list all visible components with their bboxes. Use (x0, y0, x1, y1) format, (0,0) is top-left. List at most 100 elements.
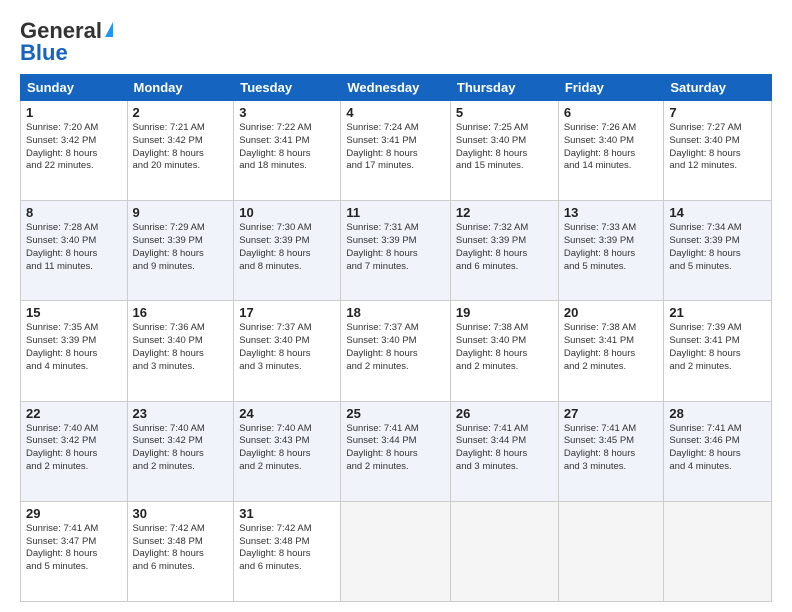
day-number: 26 (456, 406, 553, 421)
cell-info: Sunrise: 7:29 AMSunset: 3:39 PMDaylight:… (133, 222, 229, 273)
cell-info: Sunrise: 7:36 AMSunset: 3:40 PMDaylight:… (133, 322, 229, 373)
weekday-header-friday: Friday (558, 75, 664, 101)
calendar-cell (664, 501, 772, 601)
cell-info: Sunrise: 7:42 AMSunset: 3:48 PMDaylight:… (133, 523, 229, 574)
calendar-week-row: 1 Sunrise: 7:20 AMSunset: 3:42 PMDaylight… (21, 101, 772, 201)
day-number: 29 (26, 506, 122, 521)
calendar-cell: 3Sunrise: 7:22 AMSunset: 3:41 PMDaylight… (234, 101, 341, 201)
calendar-cell: 21 Sunrise: 7:39 AMSunset: 3:41 PMDayligh… (664, 301, 772, 401)
day-number: 31 (239, 506, 335, 521)
page: General Blue SundayMondayTuesdayWednesda… (0, 0, 792, 612)
day-number: 1 (26, 105, 122, 120)
cell-info: Sunrise: 7:37 AMSunset: 3:40 PMDaylight:… (346, 322, 445, 373)
weekday-header-tuesday: Tuesday (234, 75, 341, 101)
logo-blue-text: Blue (20, 40, 68, 66)
calendar-cell: 24 Sunrise: 7:40 AMSunset: 3:43 PMDayligh… (234, 401, 341, 501)
cell-info: Sunrise: 7:42 AMSunset: 3:48 PMDaylight:… (239, 523, 335, 574)
day-number: 11 (346, 205, 445, 220)
day-number: 17 (239, 305, 335, 320)
day-number: 2 (133, 105, 229, 120)
calendar-cell (558, 501, 664, 601)
calendar-cell: 28 Sunrise: 7:41 AMSunset: 3:46 PMDayligh… (664, 401, 772, 501)
cell-info: Sunrise: 7:40 AMSunset: 3:42 PMDaylight:… (26, 423, 122, 474)
day-number: 24 (239, 406, 335, 421)
cell-info: Sunrise: 7:20 AMSunset: 3:42 PMDaylight:… (26, 122, 122, 173)
cell-info: Sunrise: 7:26 AMSunset: 3:40 PMDaylight:… (564, 122, 659, 173)
day-number: 15 (26, 305, 122, 320)
cell-info: Sunrise: 7:35 AMSunset: 3:39 PMDaylight:… (26, 322, 122, 373)
day-number: 13 (564, 205, 659, 220)
calendar-cell: 26 Sunrise: 7:41 AMSunset: 3:44 PMDayligh… (450, 401, 558, 501)
calendar-table: SundayMondayTuesdayWednesdayThursdayFrid… (20, 74, 772, 602)
day-number: 22 (26, 406, 122, 421)
day-number: 4 (346, 105, 445, 120)
cell-info: Sunrise: 7:40 AMSunset: 3:42 PMDaylight:… (133, 423, 229, 474)
calendar-week-row: 29 Sunrise: 7:41 AMSunset: 3:47 PMDayligh… (21, 501, 772, 601)
cell-info: Sunrise: 7:25 AMSunset: 3:40 PMDaylight:… (456, 122, 553, 173)
cell-info: Sunrise: 7:32 AMSunset: 3:39 PMDaylight:… (456, 222, 553, 273)
cell-info: Sunrise: 7:37 AMSunset: 3:40 PMDaylight:… (239, 322, 335, 373)
day-number: 16 (133, 305, 229, 320)
calendar-cell: 11 Sunrise: 7:31 AMSunset: 3:39 PMDayligh… (341, 201, 451, 301)
calendar-cell: 29 Sunrise: 7:41 AMSunset: 3:47 PMDayligh… (21, 501, 128, 601)
calendar-cell: 15 Sunrise: 7:35 AMSunset: 3:39 PMDayligh… (21, 301, 128, 401)
day-number: 8 (26, 205, 122, 220)
calendar-cell: 30 Sunrise: 7:42 AMSunset: 3:48 PMDayligh… (127, 501, 234, 601)
day-number: 19 (456, 305, 553, 320)
weekday-header-row: SundayMondayTuesdayWednesdayThursdayFrid… (21, 75, 772, 101)
calendar-cell: 31 Sunrise: 7:42 AMSunset: 3:48 PMDayligh… (234, 501, 341, 601)
calendar-cell: 20 Sunrise: 7:38 AMSunset: 3:41 PMDayligh… (558, 301, 664, 401)
cell-info: Sunrise: 7:38 AMSunset: 3:41 PMDaylight:… (564, 322, 659, 373)
calendar-cell (450, 501, 558, 601)
calendar-week-row: 15 Sunrise: 7:35 AMSunset: 3:39 PMDayligh… (21, 301, 772, 401)
cell-info: Sunrise: 7:41 AMSunset: 3:47 PMDaylight:… (26, 523, 122, 574)
cell-info: Sunrise: 7:24 AMSunset: 3:41 PMDaylight:… (346, 122, 445, 173)
calendar-cell: 6 Sunrise: 7:26 AMSunset: 3:40 PMDaylight… (558, 101, 664, 201)
calendar-cell: 12Sunrise: 7:32 AMSunset: 3:39 PMDayligh… (450, 201, 558, 301)
day-number: 27 (564, 406, 659, 421)
weekday-header-thursday: Thursday (450, 75, 558, 101)
day-number: 20 (564, 305, 659, 320)
cell-info: Sunrise: 7:28 AMSunset: 3:40 PMDaylight:… (26, 222, 122, 273)
calendar-week-row: 22 Sunrise: 7:40 AMSunset: 3:42 PMDayligh… (21, 401, 772, 501)
cell-info: Sunrise: 7:41 AMSunset: 3:45 PMDaylight:… (564, 423, 659, 474)
day-number: 6 (564, 105, 659, 120)
weekday-header-sunday: Sunday (21, 75, 128, 101)
calendar-cell: 25Sunrise: 7:41 AMSunset: 3:44 PMDayligh… (341, 401, 451, 501)
calendar-cell: 23 Sunrise: 7:40 AMSunset: 3:42 PMDayligh… (127, 401, 234, 501)
day-number: 9 (133, 205, 229, 220)
cell-info: Sunrise: 7:33 AMSunset: 3:39 PMDaylight:… (564, 222, 659, 273)
day-number: 30 (133, 506, 229, 521)
day-number: 25 (346, 406, 445, 421)
weekday-header-monday: Monday (127, 75, 234, 101)
day-number: 21 (669, 305, 766, 320)
calendar-cell: 18 Sunrise: 7:37 AMSunset: 3:40 PMDayligh… (341, 301, 451, 401)
day-number: 28 (669, 406, 766, 421)
cell-info: Sunrise: 7:21 AMSunset: 3:42 PMDaylight:… (133, 122, 229, 173)
calendar-cell: 10Sunrise: 7:30 AMSunset: 3:39 PMDayligh… (234, 201, 341, 301)
weekday-header-saturday: Saturday (664, 75, 772, 101)
cell-info: Sunrise: 7:41 AMSunset: 3:44 PMDaylight:… (456, 423, 553, 474)
header: General Blue (20, 18, 772, 66)
day-number: 5 (456, 105, 553, 120)
cell-info: Sunrise: 7:39 AMSunset: 3:41 PMDaylight:… (669, 322, 766, 373)
cell-info: Sunrise: 7:30 AMSunset: 3:39 PMDaylight:… (239, 222, 335, 273)
calendar-cell: 7Sunrise: 7:27 AMSunset: 3:40 PMDaylight… (664, 101, 772, 201)
calendar-cell: 5 Sunrise: 7:25 AMSunset: 3:40 PMDaylight… (450, 101, 558, 201)
weekday-header-wednesday: Wednesday (341, 75, 451, 101)
logo: General Blue (20, 18, 113, 66)
cell-info: Sunrise: 7:31 AMSunset: 3:39 PMDaylight:… (346, 222, 445, 273)
cell-info: Sunrise: 7:27 AMSunset: 3:40 PMDaylight:… (669, 122, 766, 173)
day-number: 14 (669, 205, 766, 220)
calendar-cell: 9 Sunrise: 7:29 AMSunset: 3:39 PMDaylight… (127, 201, 234, 301)
day-number: 18 (346, 305, 445, 320)
calendar-cell: 4 Sunrise: 7:24 AMSunset: 3:41 PMDaylight… (341, 101, 451, 201)
calendar-cell: 27 Sunrise: 7:41 AMSunset: 3:45 PMDayligh… (558, 401, 664, 501)
calendar-cell: 16 Sunrise: 7:36 AMSunset: 3:40 PMDayligh… (127, 301, 234, 401)
calendar-cell: 19 Sunrise: 7:38 AMSunset: 3:40 PMDayligh… (450, 301, 558, 401)
cell-info: Sunrise: 7:40 AMSunset: 3:43 PMDaylight:… (239, 423, 335, 474)
day-number: 23 (133, 406, 229, 421)
cell-info: Sunrise: 7:38 AMSunset: 3:40 PMDaylight:… (456, 322, 553, 373)
calendar-cell: 1 Sunrise: 7:20 AMSunset: 3:42 PMDaylight… (21, 101, 128, 201)
cell-info: Sunrise: 7:41 AMSunset: 3:46 PMDaylight:… (669, 423, 766, 474)
